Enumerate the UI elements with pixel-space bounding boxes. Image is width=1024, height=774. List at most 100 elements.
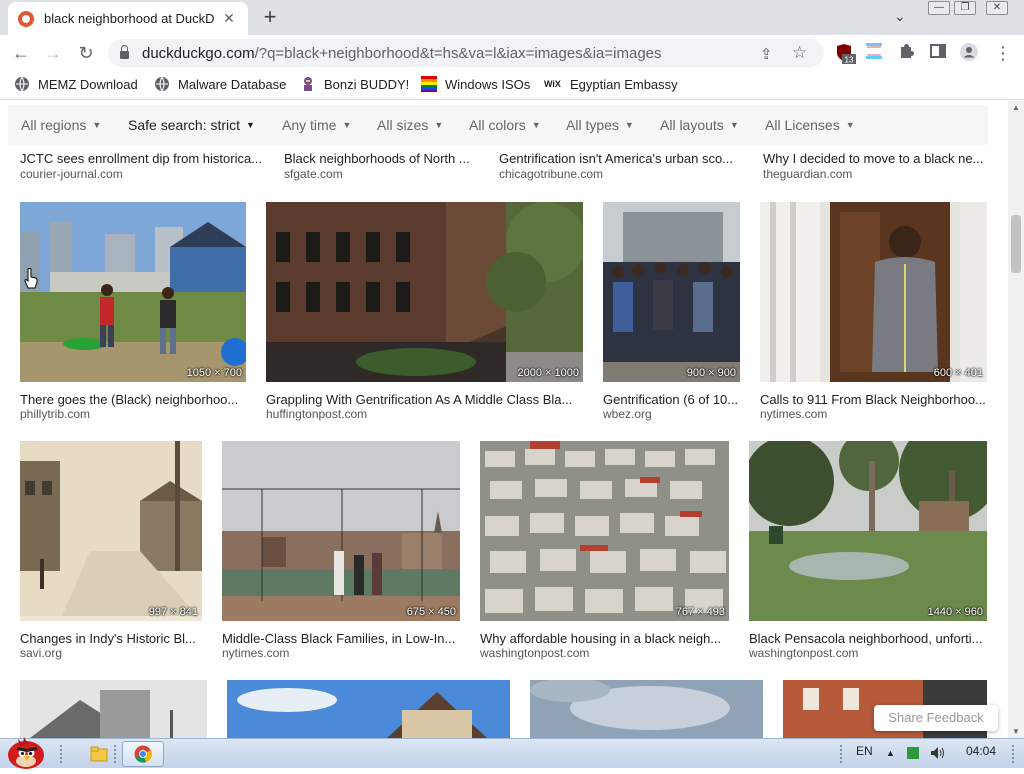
filter-label: Safe search: strict bbox=[128, 117, 241, 133]
network-icon[interactable] bbox=[906, 746, 920, 763]
profile-avatar-icon[interactable] bbox=[960, 43, 978, 61]
image-result[interactable] bbox=[20, 680, 207, 738]
result-thumbnail[interactable]: 600 × 401 bbox=[760, 202, 987, 382]
result-source[interactable]: chicagotribune.com bbox=[499, 167, 603, 181]
result-source[interactable]: phillytrib.com bbox=[20, 407, 90, 421]
image-result[interactable]: 600 × 401 Calls to 911 From Black Neighb… bbox=[760, 202, 987, 422]
result-source[interactable]: sfgate.com bbox=[284, 167, 343, 181]
result-source[interactable]: washingtonpost.com bbox=[480, 646, 589, 660]
result-thumbnail[interactable] bbox=[227, 680, 510, 738]
tray-expand-icon[interactable]: ▲ bbox=[886, 748, 895, 758]
result-source[interactable]: theguardian.com bbox=[763, 167, 852, 181]
result-thumbnail[interactable]: 997 × 841 bbox=[20, 441, 202, 621]
share-icon[interactable]: ⇪ bbox=[760, 45, 773, 63]
show-desktop-button[interactable] bbox=[1012, 745, 1016, 763]
duckduckgo-favicon-icon bbox=[18, 10, 34, 27]
browser-menu-icon[interactable]: ⋮ bbox=[992, 42, 1014, 64]
image-result[interactable]: 767 × 493 Why affordable housing in a bl… bbox=[480, 441, 729, 661]
image-result[interactable]: 1050 × 700 There goes the (Black) neighb… bbox=[20, 202, 246, 422]
result-thumbnail[interactable]: 767 × 493 bbox=[480, 441, 729, 621]
browser-tab[interactable]: black neighborhood at DuckD ✕ bbox=[8, 2, 248, 35]
result-title[interactable]: Changes in Indy's Historic Bl... bbox=[20, 631, 202, 646]
reload-button[interactable]: ↻ bbox=[75, 42, 97, 64]
forward-button[interactable]: → bbox=[42, 42, 64, 64]
result-thumbnail[interactable]: 1050 × 700 bbox=[20, 202, 246, 382]
image-result[interactable] bbox=[227, 680, 510, 738]
result-title[interactable]: Gentrification (6 of 10... bbox=[603, 392, 740, 407]
tab-search-icon[interactable]: ⌄ bbox=[894, 8, 906, 25]
filter-label: Any time bbox=[282, 117, 337, 133]
result-title[interactable]: JCTC sees enrollment dip from historica.… bbox=[20, 151, 266, 166]
result-title[interactable]: Black neighborhoods of North ... bbox=[284, 151, 484, 166]
new-tab-button[interactable]: + bbox=[258, 6, 282, 30]
image-dimensions: 1050 × 700 bbox=[186, 367, 242, 379]
result-source[interactable]: wbez.org bbox=[603, 407, 652, 421]
share-feedback-button[interactable]: Share Feedback bbox=[874, 705, 998, 731]
bookmark-star-icon[interactable]: ☆ bbox=[792, 43, 807, 63]
address-bar[interactable]: duckduckgo.com/?q=black+neighborhood&t=h… bbox=[108, 39, 824, 67]
filter-time[interactable]: Any time ▼ bbox=[282, 117, 351, 133]
result-title[interactable]: There goes the (Black) neighborhoo... bbox=[20, 392, 246, 407]
minimize-button[interactable]: — bbox=[928, 1, 950, 15]
image-result[interactable] bbox=[530, 680, 763, 738]
language-indicator[interactable]: EN bbox=[856, 744, 873, 758]
flag-extension-icon[interactable] bbox=[866, 43, 884, 61]
taskbar-chrome[interactable] bbox=[122, 741, 164, 767]
result-thumbnail[interactable]: 2000 × 1000 bbox=[266, 202, 583, 382]
filter-layouts[interactable]: All layouts ▼ bbox=[660, 117, 739, 133]
result-title[interactable]: Middle-Class Black Families, in Low-In..… bbox=[222, 631, 460, 646]
bookmark-bonzi-buddy[interactable]: Bonzi BUDDY! bbox=[300, 76, 409, 92]
volume-icon[interactable] bbox=[930, 745, 946, 764]
result-title[interactable]: Calls to 911 From Black Neighborhoo... bbox=[760, 392, 987, 407]
filter-safe-search[interactable]: Safe search: strict ▼ bbox=[128, 117, 255, 133]
result-source[interactable]: courier-journal.com bbox=[20, 167, 123, 181]
page-scrollbar[interactable]: ▲ ▼ bbox=[1008, 101, 1024, 738]
result-thumbnail[interactable]: 900 × 900 bbox=[603, 202, 740, 382]
scroll-up-icon[interactable]: ▲ bbox=[1012, 103, 1020, 112]
result-source[interactable]: nytimes.com bbox=[760, 407, 827, 421]
result-thumbnail[interactable]: 1440 × 960 bbox=[749, 441, 987, 621]
extensions-puzzle-icon[interactable] bbox=[898, 43, 916, 61]
result-thumbnail[interactable] bbox=[20, 680, 207, 738]
result-thumbnail[interactable] bbox=[530, 680, 763, 738]
ublock-extension-icon[interactable]: 13 bbox=[836, 43, 856, 65]
filter-sizes[interactable]: All sizes ▼ bbox=[377, 117, 443, 133]
clock[interactable]: 04:04 bbox=[966, 744, 996, 758]
bookmark-label: MEMZ Download bbox=[38, 76, 138, 92]
filter-licenses[interactable]: All Licenses ▼ bbox=[765, 117, 855, 133]
start-button-angry-bird-icon[interactable] bbox=[4, 733, 48, 769]
image-result[interactable]: 997 × 841 Changes in Indy's Historic Bl.… bbox=[20, 441, 202, 661]
result-title[interactable]: Why affordable housing in a black neigh.… bbox=[480, 631, 729, 646]
image-result[interactable]: Gentrification isn't America's urban sco… bbox=[499, 151, 747, 187]
result-source[interactable]: washingtonpost.com bbox=[749, 646, 858, 660]
filter-regions[interactable]: All regions ▼ bbox=[21, 117, 101, 133]
image-result[interactable]: 2000 × 1000 Grappling With Gentrificatio… bbox=[266, 202, 583, 422]
bookmark-memz[interactable]: MEMZ Download bbox=[14, 76, 138, 92]
result-source[interactable]: huffingtonpost.com bbox=[266, 407, 367, 421]
image-result[interactable]: Black neighborhoods of North ... sfgate.… bbox=[284, 151, 484, 187]
image-result[interactable]: Why I decided to move to a black ne... t… bbox=[763, 151, 989, 187]
result-title[interactable]: Black Pensacola neighborhood, unforti... bbox=[749, 631, 987, 646]
filter-colors[interactable]: All colors ▼ bbox=[469, 117, 541, 133]
result-title[interactable]: Gentrification isn't America's urban sco… bbox=[499, 151, 747, 166]
bookmark-windows-isos[interactable]: Windows ISOs bbox=[421, 76, 530, 92]
filter-types[interactable]: All types ▼ bbox=[566, 117, 634, 133]
result-thumbnail[interactable]: 675 × 450 bbox=[222, 441, 460, 621]
tab-close-icon[interactable]: ✕ bbox=[220, 10, 238, 27]
maximize-button[interactable]: ❐ bbox=[954, 1, 976, 15]
bookmark-egyptian-embassy[interactable]: WiX Egyptian Embassy bbox=[544, 76, 678, 92]
image-result[interactable]: JCTC sees enrollment dip from historica.… bbox=[20, 151, 266, 187]
image-result[interactable]: 900 × 900 Gentrification (6 of 10... wbe… bbox=[603, 202, 740, 422]
bookmark-malware-database[interactable]: Malware Database bbox=[154, 76, 286, 92]
scroll-down-icon[interactable]: ▼ bbox=[1012, 727, 1020, 736]
image-result[interactable]: 1440 × 960 Black Pensacola neighborhood,… bbox=[749, 441, 987, 661]
close-window-button[interactable]: ✕ bbox=[986, 1, 1008, 15]
image-result[interactable]: 675 × 450 Middle-Class Black Families, i… bbox=[222, 441, 460, 661]
result-title[interactable]: Grappling With Gentrification As A Middl… bbox=[266, 392, 583, 407]
result-source[interactable]: nytimes.com bbox=[222, 646, 289, 660]
result-title[interactable]: Why I decided to move to a black ne... bbox=[763, 151, 989, 166]
result-source[interactable]: savi.org bbox=[20, 646, 62, 660]
scrollbar-thumb[interactable] bbox=[1011, 215, 1021, 273]
side-panel-icon[interactable] bbox=[930, 43, 948, 61]
back-button[interactable]: ← bbox=[10, 42, 32, 64]
